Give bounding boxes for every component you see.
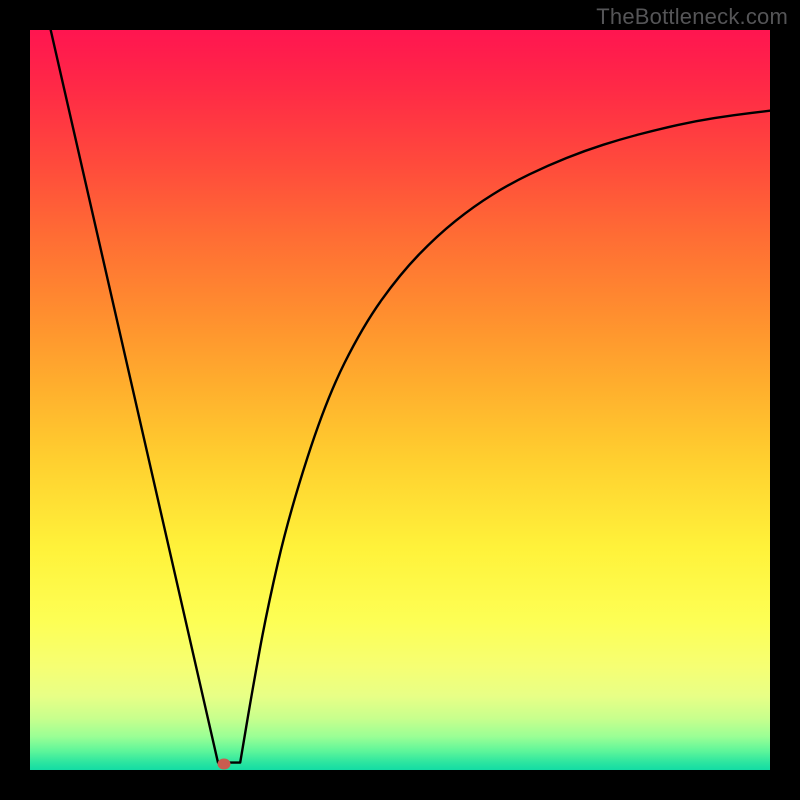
watermark-text: TheBottleneck.com (596, 4, 788, 30)
chart-frame: TheBottleneck.com (0, 0, 800, 800)
curve-svg (30, 30, 770, 770)
bottleneck-curve (51, 30, 770, 763)
plot-area (30, 30, 770, 770)
optimum-marker-icon (217, 759, 230, 770)
